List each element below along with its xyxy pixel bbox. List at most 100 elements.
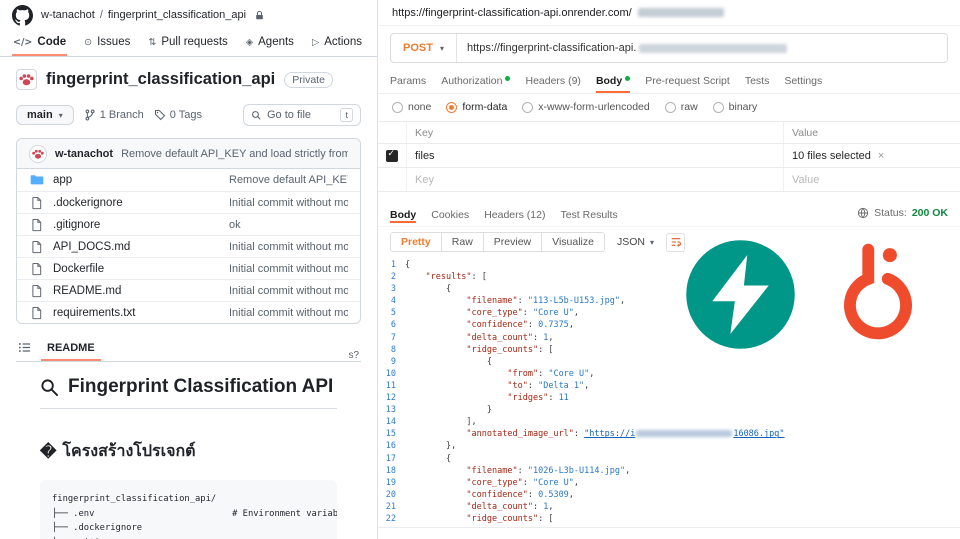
- branches-link[interactable]: 1 Branch: [84, 109, 144, 121]
- pytorch-flame: [843, 243, 913, 340]
- file-name[interactable]: README.md: [53, 285, 221, 297]
- network-icon[interactable]: [857, 207, 869, 219]
- commit-message[interactable]: Remove default API_KEY and load strictly…: [121, 148, 348, 160]
- tags-link[interactable]: 0 Tags: [154, 109, 202, 121]
- line-number: 22: [385, 513, 396, 524]
- code-line: 16 },: [378, 440, 960, 452]
- file-row[interactable]: app Remove default API_KEY and load stric…: [17, 169, 360, 191]
- file-commit-message[interactable]: ok: [229, 219, 348, 231]
- view-tab-raw[interactable]: Raw: [441, 233, 484, 251]
- file-row[interactable]: .dockerignore Initial commit without mode…: [17, 191, 360, 213]
- outline-list-icon[interactable]: [18, 341, 31, 361]
- github-logo-icon[interactable]: [12, 4, 33, 26]
- line-content: {: [405, 260, 411, 270]
- line-content: "filename": "1026-L3b-U114.jpg",: [466, 465, 631, 476]
- file-name[interactable]: Dockerfile: [53, 263, 221, 275]
- view-tab-visualize[interactable]: Visualize: [542, 233, 604, 251]
- request-tab-params[interactable]: Params: [390, 68, 426, 93]
- magnifier-icon: [40, 378, 59, 397]
- body-mode-x-www-form-urlencoded[interactable]: x-www-form-urlencoded: [522, 101, 650, 113]
- value-placeholder[interactable]: Value: [783, 168, 960, 191]
- file-name[interactable]: API_DOCS.md: [53, 241, 221, 253]
- code-line: 13 }: [378, 404, 960, 416]
- request-tab-pre-request-script[interactable]: Pre-request Script: [645, 68, 730, 93]
- request-tab-tests[interactable]: Tests: [745, 68, 770, 93]
- form-data-table: Key Value files 10 files selected × Key …: [378, 121, 960, 192]
- line-content: "core_type": "Core U",: [466, 477, 580, 488]
- response-tab-test-results[interactable]: Test Results: [560, 202, 617, 223]
- address-bar[interactable]: https://fingerprint-classification-api.o…: [378, 0, 960, 26]
- request-tab-authorization[interactable]: Authorization: [441, 68, 511, 93]
- body-mode-binary[interactable]: binary: [712, 101, 757, 113]
- line-content: "ridge_counts": [: [466, 344, 554, 355]
- wrap-text-button[interactable]: [666, 232, 686, 252]
- file-commit-message[interactable]: Initial commit without models, notebooks: [229, 241, 348, 253]
- file-name[interactable]: .gitignore: [53, 219, 221, 231]
- radio-label: x-www-form-urlencoded: [538, 101, 650, 113]
- file-name[interactable]: requirements.txt: [53, 307, 221, 319]
- goto-file-search[interactable]: Go to file t: [243, 104, 361, 126]
- line-content: "core_type": "Core U",: [466, 308, 580, 319]
- file-row[interactable]: README.md Initial commit without models, …: [17, 279, 360, 301]
- response-tab-body[interactable]: Body: [390, 202, 417, 223]
- repo-nav-tab-agents[interactable]: ◈ Agents: [245, 30, 295, 56]
- address-url[interactable]: https://fingerprint-classification-api.o…: [392, 7, 632, 19]
- line-content: "results": [: [425, 272, 487, 283]
- goto-file-placeholder: Go to file: [267, 109, 312, 121]
- response-tab-headers-12[interactable]: Headers (12): [484, 202, 545, 223]
- tab-readme[interactable]: README: [41, 337, 101, 361]
- branch-selector[interactable]: main ▾: [16, 105, 74, 125]
- request-tab-body[interactable]: Body: [595, 68, 631, 93]
- file-row[interactable]: Dockerfile Initial commit without models,…: [17, 257, 360, 279]
- file-commit-message[interactable]: Initial commit without models, notebooks: [229, 197, 348, 209]
- line-content: "confidence": 0.7375,: [466, 320, 574, 331]
- view-tab-preview[interactable]: Preview: [483, 233, 543, 251]
- key-cell[interactable]: files: [406, 144, 783, 167]
- breadcrumb-owner[interactable]: w-tanachot: [41, 9, 95, 21]
- file-commit-message[interactable]: Initial commit without models, notebooks: [229, 307, 348, 319]
- format-dropdown[interactable]: JSON ▾: [617, 236, 654, 248]
- file-commit-message[interactable]: Initial commit without models, notebooks: [229, 263, 348, 275]
- view-tab-pretty[interactable]: Pretty: [391, 233, 442, 251]
- radio-label: raw: [680, 101, 698, 113]
- body-mode-form-data[interactable]: form-data: [446, 101, 507, 113]
- radio-label: none: [408, 101, 432, 113]
- body-mode-none[interactable]: none: [392, 101, 431, 113]
- repo-nav-tab-code[interactable]: </> Code: [12, 30, 68, 56]
- request-tab-settings[interactable]: Settings: [784, 68, 822, 93]
- body-mode-raw[interactable]: raw: [664, 101, 698, 113]
- repo-avatar[interactable]: [16, 69, 37, 90]
- request-tab-headers-9[interactable]: Headers (9): [525, 68, 580, 93]
- file-row[interactable]: requirements.txt Initial commit without m…: [17, 301, 360, 323]
- file-name[interactable]: .dockerignore: [53, 197, 221, 209]
- code-icon: </>: [13, 36, 33, 48]
- line-content: },: [445, 441, 457, 452]
- annotated-image-link[interactable]: 16086.jpg": [733, 429, 784, 439]
- code-line: 14 ],: [378, 416, 960, 428]
- key-placeholder[interactable]: Key: [406, 168, 783, 191]
- redacted-url-segment: [636, 430, 733, 438]
- value-cell[interactable]: 10 files selected ×: [783, 144, 960, 167]
- row-checkbox-checked[interactable]: [386, 149, 398, 162]
- line-content: {: [445, 284, 452, 295]
- response-tab-cookies[interactable]: Cookies: [431, 202, 469, 223]
- file-commit-message[interactable]: Remove default API_KEY and load strictly: [229, 174, 348, 186]
- remove-files-icon[interactable]: ×: [878, 150, 884, 162]
- repo-nav-tab-pull-requests[interactable]: ⇅ Pull requests: [147, 30, 228, 56]
- request-url-input[interactable]: https://fingerprint-classification-api.: [457, 42, 947, 54]
- commit-author[interactable]: w-tanachot: [55, 148, 113, 160]
- file-commit-message[interactable]: Initial commit without models, notebooks: [229, 285, 348, 297]
- commit-author-avatar[interactable]: [29, 144, 47, 163]
- repo-nav-tab-actions[interactable]: ▷ Actions: [311, 30, 363, 56]
- branch-name: main: [27, 109, 53, 121]
- status-value: 200 OK: [911, 207, 948, 219]
- method-dropdown[interactable]: POST ▾: [391, 42, 456, 54]
- repo-nav-tab-issues[interactable]: ⊙ Issues: [83, 30, 131, 56]
- annotated-image-link[interactable]: "https://i: [584, 429, 635, 439]
- code-line: 17 {: [378, 453, 960, 465]
- breadcrumb-repo[interactable]: fingerprint_classification_api: [108, 9, 246, 21]
- file-row[interactable]: API_DOCS.md Initial commit without models…: [17, 235, 360, 257]
- file-row[interactable]: .gitignore ok: [17, 213, 360, 235]
- line-content: "ridges": 11: [507, 393, 569, 404]
- file-name[interactable]: app: [53, 174, 221, 186]
